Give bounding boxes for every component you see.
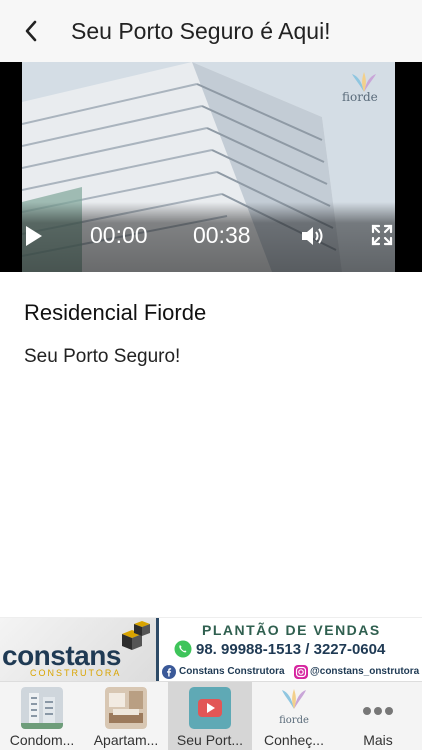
whatsapp-icon (174, 640, 192, 658)
chevron-left-icon (25, 20, 37, 42)
video-controls: 00:00 00:38 (0, 202, 422, 272)
duration: 00:38 (193, 222, 251, 248)
content-title: Residencial Fiorde (24, 300, 207, 325)
tab-condominio[interactable]: Condom... (0, 682, 84, 750)
tab-apartamento[interactable]: Apartam... (84, 682, 168, 750)
tab-label: Mais (363, 732, 393, 748)
play-icon[interactable] (24, 224, 44, 248)
video-player[interactable]: fiorde 00:00 00:38 (0, 62, 422, 272)
tab-conheca[interactable]: fiorde Conheç... (252, 682, 336, 750)
sales-banner[interactable]: constans CONSTRUTORA PLANTÃO DE VENDAS 9… (0, 617, 422, 681)
bottom-tab-bar: Condom... Apartam... Seu Port... fiorde … (0, 681, 422, 750)
video-logo-text: fiorde (342, 90, 378, 104)
fullscreen-icon[interactable] (371, 224, 393, 246)
brand-block: constans CONSTRUTORA (0, 618, 156, 681)
sales-headline: PLANTÃO DE VENDAS (202, 622, 381, 638)
content-body: Seu Porto Seguro! (24, 346, 181, 367)
tab-label: Seu Port... (176, 732, 244, 748)
apartment-thumbnail-icon (105, 687, 147, 729)
back-button[interactable] (14, 16, 48, 46)
tab-label: Apartam... (93, 732, 159, 748)
banner-divider (156, 618, 159, 681)
volume-icon[interactable] (300, 224, 326, 248)
tab-mais[interactable]: Mais (336, 682, 420, 750)
fiorde-logo-icon: fiorde (279, 689, 309, 726)
brand-cubes-icon (122, 621, 150, 650)
more-dots-icon (363, 707, 393, 715)
tab-seu-porto-seguro[interactable]: Seu Port... (168, 682, 252, 750)
svg-text:fiorde: fiorde (279, 715, 309, 726)
contact-block: PLANTÃO DE VENDAS 98. 99988-1513 / 3227-… (160, 618, 422, 681)
facebook-handle: Constans Construtora (179, 666, 285, 677)
building-thumbnail-icon (21, 687, 63, 729)
phone-number: 98. 99988-1513 / 3227-0604 (196, 641, 386, 658)
current-time: 00:00 (90, 222, 148, 248)
tab-label: Conheç... (264, 732, 324, 748)
facebook-icon (162, 665, 176, 679)
video-play-icon (189, 687, 231, 729)
top-navigation-bar: Seu Porto Seguro é Aqui! (0, 0, 422, 62)
page-title: Seu Porto Seguro é Aqui! (71, 18, 331, 44)
brand-subtitle: CONSTRUTORA (30, 668, 122, 678)
instagram-icon (294, 665, 308, 679)
instagram-handle: @constans_onstrutora (310, 666, 420, 677)
tab-label: Condom... (9, 732, 75, 748)
